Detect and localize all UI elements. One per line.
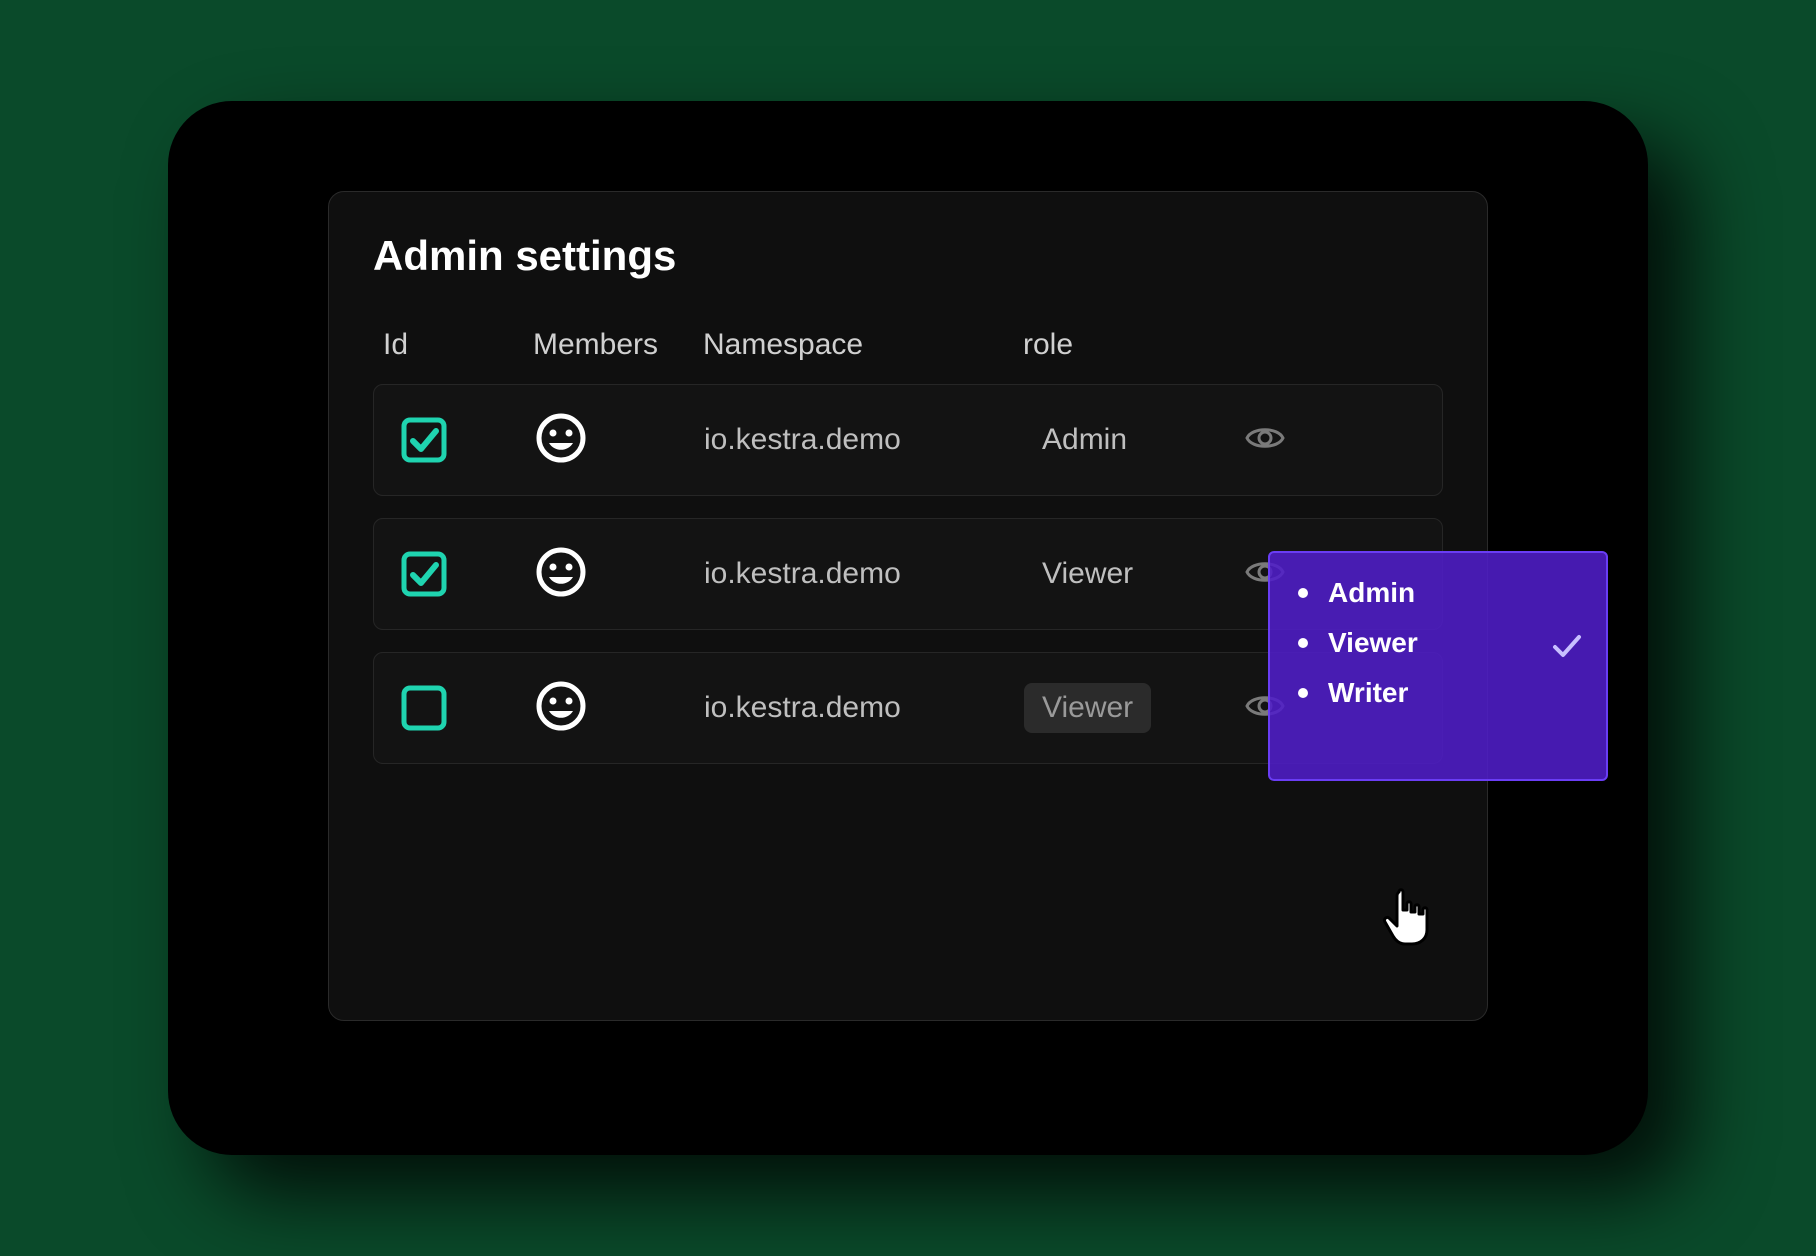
col-header-id: Id bbox=[383, 328, 533, 362]
dropdown-option-viewer[interactable]: Viewer bbox=[1298, 627, 1578, 659]
namespace-cell: io.kestra.demo bbox=[704, 423, 1024, 457]
eye-icon bbox=[1244, 417, 1286, 459]
role-select[interactable]: Viewer bbox=[1024, 683, 1151, 733]
member-avatar bbox=[534, 545, 704, 604]
pointer-cursor-icon bbox=[1379, 886, 1433, 953]
dropdown-option-writer[interactable]: Writer bbox=[1298, 677, 1578, 709]
smiley-icon bbox=[534, 411, 588, 465]
member-avatar bbox=[534, 679, 704, 738]
checkbox-unchecked-icon bbox=[400, 684, 448, 732]
role-dropdown-menu: Admin Viewer Writer bbox=[1268, 551, 1608, 781]
role-select[interactable]: Viewer bbox=[1024, 549, 1151, 599]
role-select[interactable]: Admin bbox=[1024, 415, 1145, 465]
bullet-icon bbox=[1298, 588, 1308, 598]
card-background: Admin settings Id Members Namespace role bbox=[168, 101, 1648, 1155]
table-header-row: Id Members Namespace role bbox=[373, 328, 1443, 384]
dropdown-option-label: Viewer bbox=[1328, 627, 1418, 659]
row-checkbox[interactable] bbox=[400, 416, 448, 464]
check-icon bbox=[1550, 629, 1584, 670]
dropdown-option-label: Admin bbox=[1328, 577, 1415, 609]
row-checkbox[interactable] bbox=[400, 684, 448, 732]
namespace-cell: io.kestra.demo bbox=[704, 691, 1024, 725]
dropdown-option-label: Writer bbox=[1328, 677, 1408, 709]
member-avatar bbox=[534, 411, 704, 470]
col-header-namespace: Namespace bbox=[703, 328, 1023, 362]
table-row: io.kestra.demo Admin bbox=[373, 384, 1443, 496]
bullet-icon bbox=[1298, 638, 1308, 648]
row-checkbox[interactable] bbox=[400, 550, 448, 598]
checkbox-checked-icon bbox=[400, 416, 448, 464]
bullet-icon bbox=[1298, 688, 1308, 698]
smiley-icon bbox=[534, 545, 588, 599]
namespace-cell: io.kestra.demo bbox=[704, 557, 1024, 591]
view-button[interactable] bbox=[1244, 417, 1334, 464]
smiley-icon bbox=[534, 679, 588, 733]
col-header-members: Members bbox=[533, 328, 703, 362]
checkbox-checked-icon bbox=[400, 550, 448, 598]
page-title: Admin settings bbox=[373, 232, 1443, 280]
col-header-role: role bbox=[1023, 328, 1243, 362]
dropdown-option-admin[interactable]: Admin bbox=[1298, 577, 1578, 609]
